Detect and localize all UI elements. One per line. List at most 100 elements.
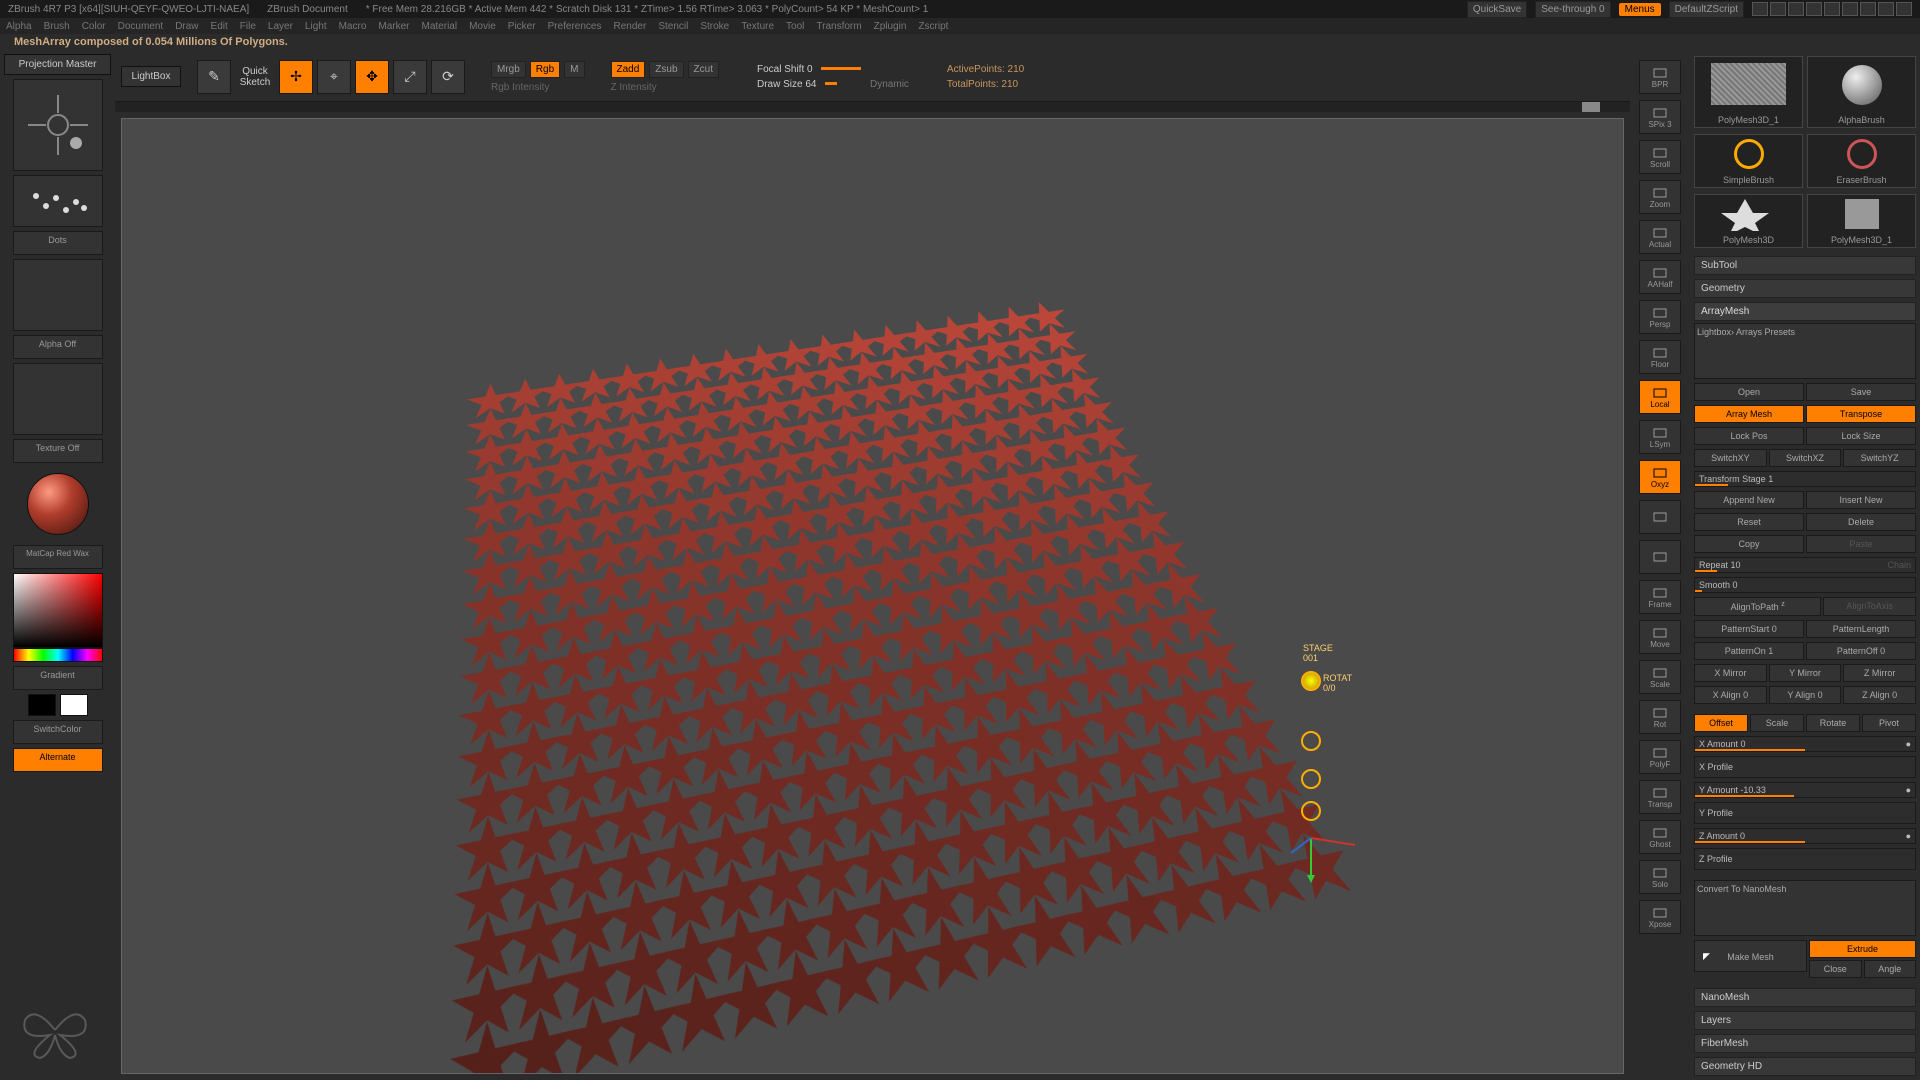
y-amount-slider[interactable]: Y Amount -10.33● (1694, 782, 1916, 798)
y-mirror[interactable]: Y Mirror (1769, 664, 1842, 682)
gyro-widget[interactable] (13, 79, 103, 171)
section-subtool[interactable]: SubTool (1694, 256, 1916, 275)
section-nanomesh[interactable]: NanoMesh (1694, 988, 1916, 1007)
tool-thumb[interactable]: PolyMesh3D_1 (1807, 194, 1916, 248)
arrays-presets[interactable]: Lightbox› Arrays Presets (1694, 323, 1916, 379)
menu-zscript[interactable]: Zscript (918, 21, 948, 32)
projection-master[interactable]: Projection Master (4, 54, 111, 75)
lock-pos[interactable]: Lock Pos (1694, 427, 1804, 445)
color-picker[interactable] (13, 573, 103, 648)
nav-lsym[interactable]: LSym (1639, 420, 1681, 454)
menu-alpha[interactable]: Alpha (6, 21, 32, 32)
section-geometry[interactable]: Geometry (1694, 279, 1916, 298)
tool-thumb[interactable]: PolyMesh3D (1694, 194, 1803, 248)
menu-stencil[interactable]: Stencil (658, 21, 688, 32)
menu-picker[interactable]: Picker (508, 21, 536, 32)
win-btn[interactable] (1842, 2, 1858, 16)
insert-new[interactable]: Insert New (1806, 491, 1916, 509)
nav-bpr[interactable]: BPR (1639, 60, 1681, 94)
scale-mode-icon[interactable]: ⤢ (393, 60, 427, 94)
win-btn[interactable] (1878, 2, 1894, 16)
nav-rot[interactable]: Rot (1639, 700, 1681, 734)
align-to-axis[interactable]: AlignToAxis (1823, 597, 1916, 616)
win-btn[interactable] (1788, 2, 1804, 16)
array-mesh-toggle[interactable]: Array Mesh (1694, 405, 1804, 423)
hue-bar[interactable] (13, 648, 103, 662)
scale-tab[interactable]: Scale (1750, 714, 1804, 732)
nav-local[interactable]: Local (1639, 380, 1681, 414)
focal-shift-slider[interactable]: Focal Shift 0 (757, 64, 909, 75)
menu-macro[interactable]: Macro (339, 21, 367, 32)
pattern-length[interactable]: PatternLength (1806, 620, 1916, 638)
open-btn[interactable]: Open (1694, 383, 1804, 401)
convert-nanomesh[interactable]: Convert To NanoMesh (1694, 880, 1916, 936)
viewport-canvas[interactable]: STAGE001 ROTAT0/0 (121, 118, 1624, 1074)
x-align[interactable]: X Align 0 (1694, 686, 1767, 704)
nav-actual[interactable]: Actual (1639, 220, 1681, 254)
gradient-toggle[interactable]: Gradient (13, 666, 103, 690)
menu-edit[interactable]: Edit (211, 21, 228, 32)
nav-floor[interactable]: Floor (1639, 340, 1681, 374)
section-fibermesh[interactable]: FiberMesh (1694, 1034, 1916, 1053)
extrude-toggle[interactable]: Extrude (1809, 940, 1916, 958)
transform-stage-slider[interactable]: Transform Stage 1 (1694, 471, 1916, 487)
switch-xz[interactable]: SwitchXZ (1769, 449, 1842, 467)
quick-sketch[interactable]: Quick Sketch (235, 66, 275, 88)
move-mode-icon[interactable]: ✥ (355, 60, 389, 94)
nav-ghost[interactable]: Ghost (1639, 820, 1681, 854)
reset-btn[interactable]: Reset (1694, 513, 1804, 531)
x-profile[interactable]: X Profile (1694, 756, 1916, 778)
lightbox-button[interactable]: LightBox (121, 66, 181, 87)
draw-mode-icon[interactable]: ⌖ (317, 60, 351, 94)
texture-slot[interactable] (13, 363, 103, 435)
tool-thumb[interactable]: EraserBrush (1807, 134, 1916, 188)
menu-tool[interactable]: Tool (786, 21, 804, 32)
menu-preferences[interactable]: Preferences (548, 21, 602, 32)
rgb-intensity-slider[interactable]: Rgb Intensity (491, 82, 585, 93)
draw-size-slider[interactable]: Draw Size 64 Dynamic (757, 79, 909, 90)
z-intensity-slider[interactable]: Z Intensity (611, 82, 719, 93)
menu-color[interactable]: Color (82, 21, 106, 32)
m-toggle[interactable]: M (564, 61, 584, 78)
menu-layer[interactable]: Layer (268, 21, 293, 32)
sketch-icon[interactable]: ✎ (197, 60, 231, 94)
quicksave-button[interactable]: QuickSave (1467, 1, 1527, 18)
switch-xy[interactable]: SwitchXY (1694, 449, 1767, 467)
stroke-preview[interactable] (13, 175, 103, 227)
menu-stroke[interactable]: Stroke (700, 21, 729, 32)
zadd-toggle[interactable]: Zadd (611, 61, 646, 78)
rotate-tab[interactable]: Rotate (1806, 714, 1860, 732)
material-preview[interactable] (27, 473, 89, 535)
z-align[interactable]: Z Align 0 (1843, 686, 1916, 704)
nav-scroll[interactable]: Scroll (1639, 140, 1681, 174)
smooth-slider[interactable]: Smooth 0 (1694, 577, 1916, 593)
nav-move[interactable]: Move (1639, 620, 1681, 654)
swatch-white[interactable] (60, 694, 88, 716)
nav-xpose[interactable]: Xpose (1639, 900, 1681, 934)
zcut-toggle[interactable]: Zcut (688, 61, 719, 78)
alpha-slot[interactable] (13, 259, 103, 331)
nav-polyf[interactable]: PolyF (1639, 740, 1681, 774)
delete-btn[interactable]: Delete (1806, 513, 1916, 531)
pivot-tab[interactable]: Pivot (1862, 714, 1916, 732)
win-btn[interactable] (1752, 2, 1768, 16)
menu-zplugin[interactable]: Zplugin (874, 21, 907, 32)
pattern-start[interactable]: PatternStart 0 (1694, 620, 1804, 638)
menu-transform[interactable]: Transform (816, 21, 861, 32)
nav-frame[interactable]: Frame (1639, 580, 1681, 614)
default-zscript[interactable]: DefaultZScript (1669, 1, 1744, 18)
win-btn[interactable] (1896, 2, 1912, 16)
nav-persp[interactable]: Persp (1639, 300, 1681, 334)
menu-material[interactable]: Material (422, 21, 458, 32)
z-profile[interactable]: Z Profile (1694, 848, 1916, 870)
offset-tab[interactable]: Offset (1694, 714, 1748, 732)
edit-mode-icon[interactable]: ✢ (279, 60, 313, 94)
switch-color[interactable]: SwitchColor (13, 720, 103, 744)
menu-document[interactable]: Document (118, 21, 164, 32)
menu-file[interactable]: File (240, 21, 256, 32)
z-amount-slider[interactable]: Z Amount 0● (1694, 828, 1916, 844)
menu-draw[interactable]: Draw (175, 21, 198, 32)
section-arraymesh[interactable]: ArrayMesh (1694, 302, 1916, 321)
menu-texture[interactable]: Texture (741, 21, 774, 32)
win-btn[interactable] (1860, 2, 1876, 16)
